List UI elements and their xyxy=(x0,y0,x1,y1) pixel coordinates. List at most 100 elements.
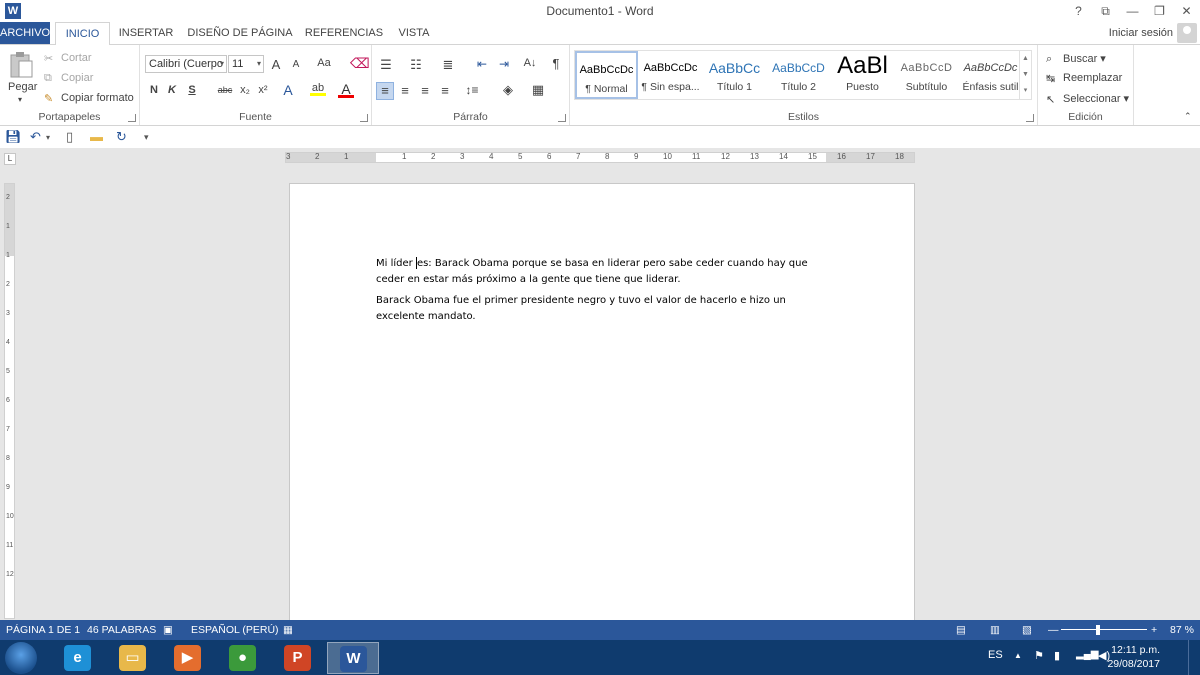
vertical-ruler[interactable]: 2 1 1 2 3 4 5 6 7 8 9 10 11 12 xyxy=(4,183,15,619)
superscript-button[interactable]: x² xyxy=(254,84,272,96)
zoom-slider[interactable] xyxy=(1061,629,1147,630)
paste-button[interactable]: Pegar xyxy=(8,81,37,93)
tab-insertar[interactable]: INSERTAR xyxy=(114,22,178,44)
restore-button[interactable]: ❐ xyxy=(1146,0,1173,22)
bullets-icon[interactable]: ☰ xyxy=(378,57,394,73)
paste-icon[interactable] xyxy=(8,51,36,78)
sort-button[interactable]: A↓ xyxy=(520,57,540,69)
align-left-icon[interactable]: ≡ xyxy=(376,82,394,100)
shading-icon[interactable]: ◈ xyxy=(500,82,516,98)
align-center-icon[interactable]: ≡ xyxy=(397,83,413,98)
collapse-ribbon-icon[interactable]: ⌃ xyxy=(1184,111,1192,122)
sign-in-link[interactable]: Iniciar sesión xyxy=(1109,22,1173,44)
styles-launcher-icon[interactable] xyxy=(1026,114,1034,122)
copy-button[interactable]: ⧉ Copiar xyxy=(44,72,93,84)
taskbar-app-word[interactable]: W xyxy=(327,642,379,674)
cut-button[interactable]: ✂ Cortar xyxy=(44,52,92,65)
new-document-icon[interactable]: ▯ xyxy=(66,129,73,145)
customize-qat-icon[interactable]: ▾ xyxy=(144,132,149,143)
show-formatting-button[interactable]: ¶ xyxy=(548,56,564,71)
paragraph-2[interactable]: Barack Obama fue el primer presidente ne… xyxy=(376,293,816,325)
tab-selector-button[interactable]: L xyxy=(4,153,16,165)
tab-diseno-pagina[interactable]: DISEÑO DE PÁGINA xyxy=(184,22,296,44)
document-page[interactable]: Mi líder es: Barack Obama porque se basa… xyxy=(289,183,915,620)
zoom-level[interactable]: 87 % xyxy=(1170,624,1194,636)
underline-button[interactable]: S xyxy=(184,84,200,96)
web-layout-icon[interactable]: ▧ xyxy=(1022,624,1032,636)
input-language[interactable]: ES xyxy=(988,649,1003,661)
avatar[interactable] xyxy=(1177,23,1197,43)
taskbar-app-media-player[interactable]: ▶ xyxy=(162,642,214,674)
style-normal[interactable]: AaBbCcDc ¶ Normal xyxy=(575,51,638,99)
zoom-out-button[interactable]: — xyxy=(1048,624,1059,636)
increase-indent-icon[interactable]: ⇥ xyxy=(496,57,512,71)
style-title[interactable]: AaBl Puesto xyxy=(831,51,894,99)
clock[interactable]: 12:11 p.m. 29/08/2017 xyxy=(1107,643,1160,671)
paragraph-1[interactable]: Mi líder es: Barack Obama porque se basa… xyxy=(376,256,816,288)
taskbar-app-file-explorer[interactable]: ▭ xyxy=(107,642,159,674)
font-name-combo[interactable]: Calibri (Cuerpo ▾ xyxy=(145,55,227,73)
horizontal-ruler[interactable]: 3 2 1 1 2 3 4 5 6 7 8 9 10 11 12 13 14 15 16 17 18 xyxy=(285,152,915,163)
italic-button[interactable]: K xyxy=(164,84,180,96)
style-subtitle[interactable]: AaBbCcD Subtítulo xyxy=(895,51,958,99)
clear-formatting-icon[interactable]: ⌫ xyxy=(350,55,370,72)
tab-inicio[interactable]: INICIO xyxy=(55,22,110,45)
close-button[interactable]: ✕ xyxy=(1173,0,1200,22)
save-icon[interactable]: 💾︎ xyxy=(5,129,22,145)
redo-icon[interactable]: ↻ xyxy=(116,129,127,145)
paste-dropdown-icon[interactable]: ▾ xyxy=(18,95,22,104)
tab-vista[interactable]: VISTA xyxy=(392,22,436,44)
proofing-icon[interactable]: ▣ xyxy=(163,624,173,636)
numbering-icon[interactable]: ☷ xyxy=(408,57,424,73)
taskbar-app-internet-explorer[interactable]: e xyxy=(52,642,104,674)
line-spacing-icon[interactable]: ↕≡ xyxy=(464,83,480,97)
page-count[interactable]: PÁGINA 1 DE 1 xyxy=(6,624,80,636)
action-center-icon[interactable]: ⚑ xyxy=(1034,649,1044,662)
macro-icon[interactable]: ▦ xyxy=(283,624,293,636)
replace-button[interactable]: ↹ Reemplazar xyxy=(1046,72,1122,85)
multilevel-list-icon[interactable]: ≣ xyxy=(440,57,456,73)
word-count[interactable]: 46 PALABRAS xyxy=(87,624,156,636)
font-color-icon[interactable]: A xyxy=(338,81,354,98)
style-heading-1[interactable]: AaBbCc Título 1 xyxy=(703,51,766,99)
show-desktop-button[interactable] xyxy=(1188,640,1200,675)
read-mode-icon[interactable]: ▤ xyxy=(956,624,966,636)
undo-icon[interactable]: ↶ xyxy=(30,129,41,145)
change-case-button[interactable]: Aa xyxy=(312,57,336,69)
taskbar-app-chrome[interactable]: ● xyxy=(217,642,269,674)
grow-font-button[interactable]: A xyxy=(268,57,284,72)
shrink-font-button[interactable]: A xyxy=(288,59,304,70)
ribbon-display-options-button[interactable]: ⧉ xyxy=(1092,0,1119,22)
tab-referencias[interactable]: REFERENCIAS xyxy=(302,22,386,44)
print-layout-icon[interactable]: ▥ xyxy=(990,624,1000,636)
highlight-icon[interactable]: ab xyxy=(310,82,326,96)
select-button[interactable]: ↖ Seleccionar ▾ xyxy=(1046,92,1129,106)
minimize-button[interactable]: — xyxy=(1119,0,1146,22)
justify-icon[interactable]: ≡ xyxy=(437,83,453,98)
help-button[interactable]: ? xyxy=(1065,0,1092,22)
subscript-button[interactable]: x₂ xyxy=(236,84,254,96)
zoom-slider-thumb[interactable] xyxy=(1095,625,1100,635)
find-button[interactable]: ⌕ Buscar ▾ xyxy=(1046,52,1106,65)
font-size-combo[interactable]: 11 ▾ xyxy=(228,55,264,73)
style-no-spacing[interactable]: AaBbCcDc ¶ Sin espa... xyxy=(639,51,702,99)
undo-dropdown-icon[interactable]: ▾ xyxy=(46,133,50,142)
open-folder-icon[interactable]: ▬ xyxy=(90,129,103,144)
network-icon[interactable]: ▂▄▆ xyxy=(1076,649,1098,660)
format-painter-button[interactable]: ✎ Copiar formato xyxy=(44,92,134,105)
paragraph-launcher-icon[interactable] xyxy=(558,114,566,122)
styles-gallery-scroll[interactable]: ▲ ▼ ▾ xyxy=(1019,51,1031,99)
tab-archivo[interactable]: ARCHIVO xyxy=(0,22,50,44)
language[interactable]: ESPAÑOL (PERÚ) xyxy=(191,624,279,636)
borders-icon[interactable]: ▦ xyxy=(530,82,546,98)
battery-icon[interactable]: ▮ xyxy=(1054,649,1060,662)
style-subtle-emphasis[interactable]: AaBbCcDc Énfasis sutil xyxy=(959,51,1022,99)
tray-expand-icon[interactable]: ▲ xyxy=(1014,651,1022,660)
align-right-icon[interactable]: ≡ xyxy=(417,83,433,98)
clipboard-launcher-icon[interactable] xyxy=(128,114,136,122)
bold-button[interactable]: N xyxy=(146,84,162,96)
zoom-in-button[interactable]: + xyxy=(1151,624,1157,636)
start-button[interactable] xyxy=(5,642,37,674)
font-launcher-icon[interactable] xyxy=(360,114,368,122)
taskbar-app-powerpoint[interactable]: P xyxy=(272,642,324,674)
